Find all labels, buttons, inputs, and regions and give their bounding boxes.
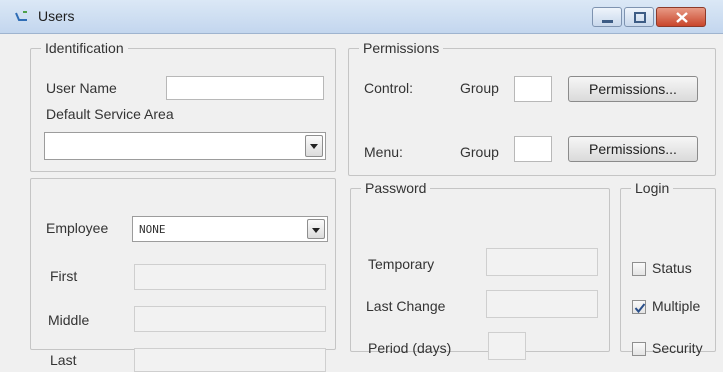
control-group-input[interactable] [514, 76, 552, 102]
last-change-label: Last Change [366, 298, 446, 314]
last-name-field[interactable] [134, 348, 326, 372]
password-legend: Password [365, 180, 427, 196]
multiple-checkbox[interactable] [632, 300, 646, 314]
app-icon [14, 9, 30, 25]
menu-group-input[interactable] [514, 136, 552, 162]
first-name-field[interactable] [134, 264, 326, 290]
permissions-legend: Permissions [363, 40, 440, 56]
window-client: Identification User Name Default Service… [0, 34, 723, 372]
temporary-password-field[interactable] [486, 248, 598, 276]
title-bar[interactable]: Users [0, 0, 723, 34]
multiple-label: Multiple [652, 298, 701, 314]
last-name-label: Last [50, 352, 77, 368]
user-name-input[interactable] [166, 76, 324, 100]
security-label: Security [652, 340, 703, 356]
middle-name-label: Middle [48, 312, 90, 328]
last-change-field[interactable] [486, 290, 598, 318]
first-name-label: First [50, 268, 78, 284]
identification-legend: Identification [45, 40, 124, 56]
login-legend: Login [635, 180, 670, 196]
control-permissions-button[interactable]: Permissions... [568, 76, 698, 102]
middle-name-field[interactable] [134, 306, 326, 332]
employee-label: Employee [46, 220, 109, 236]
status-label: Status [652, 260, 692, 276]
status-checkbox[interactable] [632, 262, 646, 276]
menu-label: Menu: [364, 144, 403, 160]
window-title: Users [38, 8, 75, 24]
dropdown-button[interactable] [307, 219, 325, 239]
control-label: Control: [364, 80, 414, 96]
period-days-field[interactable] [488, 332, 526, 360]
maximize-button[interactable] [624, 7, 654, 27]
security-checkbox[interactable] [632, 342, 646, 356]
user-name-label: User Name [46, 80, 117, 96]
employee-select[interactable]: NONE [132, 216, 328, 242]
control-group-label: Group [460, 80, 499, 96]
menu-permissions-button[interactable]: Permissions... [568, 136, 698, 162]
default-service-area-select[interactable] [44, 132, 326, 160]
close-button[interactable] [656, 7, 706, 27]
minimize-button[interactable] [592, 7, 622, 27]
temporary-label: Temporary [368, 256, 435, 272]
dropdown-button[interactable] [305, 135, 323, 157]
default-service-area-label: Default Service Area [46, 106, 174, 122]
period-days-label: Period (days) [368, 340, 452, 356]
menu-group-label: Group [460, 144, 499, 160]
